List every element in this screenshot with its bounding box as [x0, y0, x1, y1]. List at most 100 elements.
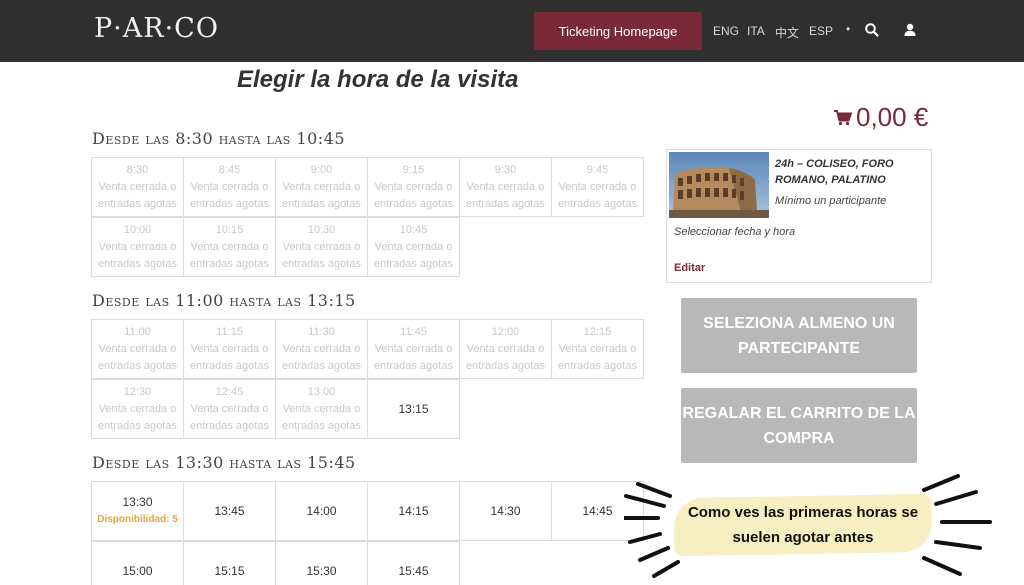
time-slot-label: 15:15	[214, 563, 245, 578]
time-slot-9-00: 9:00 Venta cerrada o entradas agotas	[275, 157, 368, 217]
time-slot-label: 11:00	[124, 325, 151, 338]
product-title: 24h – COLISEO, FORO ROMANO, PALATINO	[775, 158, 894, 186]
time-slot-label: 10:00	[123, 223, 152, 236]
section-title-morning: Desde las 8:30 hasta las 10:45	[92, 129, 346, 148]
section-title-afternoon: Desde las 13:30 hasta las 15:45	[92, 453, 356, 472]
time-slot-label: 15:45	[398, 563, 429, 578]
cart-total[interactable]: 0,00 €	[834, 102, 928, 133]
minimum-participants-note: Mínimo un participante	[775, 195, 887, 207]
time-slot-8-30: 8:30 Venta cerrada o entradas agotas	[91, 157, 184, 217]
time-slot-label: 11:15	[216, 325, 243, 338]
time-slot-13-30[interactable]: 13:30 Disponibilidad: 5	[91, 481, 184, 541]
lang-zh-link[interactable]: 中文	[775, 24, 799, 41]
time-slot-9-15: 9:15 Venta cerrada o entradas agotas	[367, 157, 460, 217]
time-slot-label: 14:45	[582, 503, 613, 518]
time-slot-15-45[interactable]: 15:45	[367, 541, 460, 585]
time-slot-label: 9:00	[310, 163, 333, 176]
time-slot-label: 12:30	[123, 385, 152, 398]
sold-out-status: Venta cerrada o entradas agotas	[98, 240, 177, 270]
parco-logo[interactable]: P·AR·CO	[94, 13, 219, 44]
sold-out-status: Venta cerrada o entradas agotas	[98, 180, 177, 210]
time-slot-11-30: 11:30 Venta cerrada o entradas agotas	[275, 319, 368, 379]
shopping-cart-icon	[834, 102, 853, 133]
select-date-time-hint: Seleccionar fecha y hora	[674, 226, 796, 238]
time-slot-label: 14:00	[306, 503, 337, 518]
top-nav-bar: P·AR·CO Ticketing Homepage ENG ITA 中文 ES…	[0, 0, 1024, 62]
sold-out-status: Venta cerrada o entradas agotas	[282, 180, 361, 210]
edit-link[interactable]: Editar	[674, 262, 705, 274]
ticketing-homepage-button[interactable]: Ticketing Homepage	[534, 12, 702, 50]
cart-total-amount: 0,00 €	[856, 102, 929, 132]
time-slot-8-45: 8:45 Venta cerrada o entradas agotas	[183, 157, 276, 217]
availability-label: Disponibilidad: 5	[97, 514, 178, 525]
time-slot-label: 14:15	[398, 503, 429, 518]
gift-cart-button[interactable]: REGALAR EL CARRITO DE LA COMPRA	[681, 388, 917, 463]
section-title-midday: Desde las 11:00 hasta las 13:15	[92, 291, 356, 310]
search-icon[interactable]	[864, 22, 880, 38]
time-slot-11-15: 11:15 Venta cerrada o entradas agotas	[183, 319, 276, 379]
time-slot-12-00: 12:00 Venta cerrada o entradas agotas	[459, 319, 552, 379]
time-slot-13-45[interactable]: 13:45	[183, 481, 276, 541]
cart-item-card: 24h – COLISEO, FORO ROMANO, PALATINO Mín…	[666, 149, 932, 283]
annotation-text: Como ves las primeras horas se suelen ag…	[687, 504, 919, 546]
time-slot-10-30: 10:30 Venta cerrada o entradas agotas	[275, 217, 368, 277]
time-slot-14-15[interactable]: 14:15	[367, 481, 460, 541]
time-slot-12-45: 12:45 Venta cerrada o entradas agotas	[183, 379, 276, 439]
time-slot-label: 11:45	[400, 325, 427, 338]
time-slot-label: 15:00	[122, 563, 153, 578]
time-slot-9-45: 9:45 Venta cerrada o entradas agotas	[551, 157, 644, 217]
sold-out-status: Venta cerrada o entradas agotas	[374, 180, 453, 210]
time-slot-label: 13:30	[122, 495, 153, 509]
annotation-callout: Como ves las primeras horas se suelen ag…	[624, 472, 1004, 585]
time-slot-14-00[interactable]: 14:00	[275, 481, 368, 541]
sold-out-status: Venta cerrada o entradas agotas	[190, 402, 269, 432]
lang-eng-link[interactable]: ENG	[713, 24, 739, 38]
sold-out-status: Venta cerrada o entradas agotas	[558, 180, 637, 210]
time-slot-label: 9:30	[494, 163, 517, 176]
time-slot-10-15: 10:15 Venta cerrada o entradas agotas	[183, 217, 276, 277]
time-slot-label: 10:45	[399, 223, 428, 236]
sold-out-status: Venta cerrada o entradas agotas	[98, 342, 177, 372]
select-participant-button[interactable]: SELEZIONA ALMENO UN PARTECIPANTE	[681, 298, 917, 373]
time-slot-13-15[interactable]: 13:15	[367, 379, 460, 439]
time-slot-label: 9:45	[586, 163, 609, 176]
sold-out-status: Venta cerrada o entradas agotas	[282, 342, 361, 372]
sold-out-status: Venta cerrada o entradas agotas	[98, 402, 177, 432]
time-slot-9-30: 9:30 Venta cerrada o entradas agotas	[459, 157, 552, 217]
time-slot-label: 8:30	[126, 163, 149, 176]
sold-out-status: Venta cerrada o entradas agotas	[190, 240, 269, 270]
time-slot-label: 10:30	[307, 223, 336, 236]
time-slot-label: 9:15	[402, 163, 425, 176]
user-icon[interactable]	[902, 22, 918, 38]
time-slot-label: 8:45	[218, 163, 241, 176]
time-slot-11-45: 11:45 Venta cerrada o entradas agotas	[367, 319, 460, 379]
time-slot-label: 11:30	[308, 325, 335, 338]
time-slot-label: 12:45	[215, 385, 244, 398]
sold-out-status: Venta cerrada o entradas agotas	[282, 240, 361, 270]
time-slot-10-45: 10:45 Venta cerrada o entradas agotas	[367, 217, 460, 277]
time-slot-15-30[interactable]: 15:30	[275, 541, 368, 585]
time-slot-label: 12:15	[583, 325, 612, 338]
time-slot-label: 14:30	[490, 503, 521, 518]
colosseum-thumbnail	[669, 152, 769, 218]
sold-out-status: Venta cerrada o entradas agotas	[282, 402, 361, 432]
page-title: Elegir la hora de la visita	[237, 66, 519, 93]
sold-out-status: Venta cerrada o entradas agotas	[190, 342, 269, 372]
time-slot-label: 13:00	[307, 385, 336, 398]
time-slot-14-30[interactable]: 14:30	[459, 481, 552, 541]
time-slot-label: 12:00	[491, 325, 520, 338]
lang-esp-link[interactable]: ESP	[809, 24, 833, 38]
time-slot-15-15[interactable]: 15:15	[183, 541, 276, 585]
time-slot-13-00: 13:00 Venta cerrada o entradas agotas	[275, 379, 368, 439]
sold-out-status: Venta cerrada o entradas agotas	[466, 180, 545, 210]
sold-out-status: Venta cerrada o entradas agotas	[374, 342, 453, 372]
time-slot-label: 10:15	[215, 223, 244, 236]
time-slot-15-00[interactable]: 15:00	[91, 541, 184, 585]
time-slot-label: 13:45	[214, 503, 245, 518]
sold-out-status: Venta cerrada o entradas agotas	[374, 240, 453, 270]
sold-out-status: Venta cerrada o entradas agotas	[558, 342, 637, 372]
time-slot-10-00: 10:00 Venta cerrada o entradas agotas	[91, 217, 184, 277]
time-slot-12-30: 12:30 Venta cerrada o entradas agotas	[91, 379, 184, 439]
sold-out-status: Venta cerrada o entradas agotas	[466, 342, 545, 372]
lang-ita-link[interactable]: ITA	[747, 24, 765, 38]
